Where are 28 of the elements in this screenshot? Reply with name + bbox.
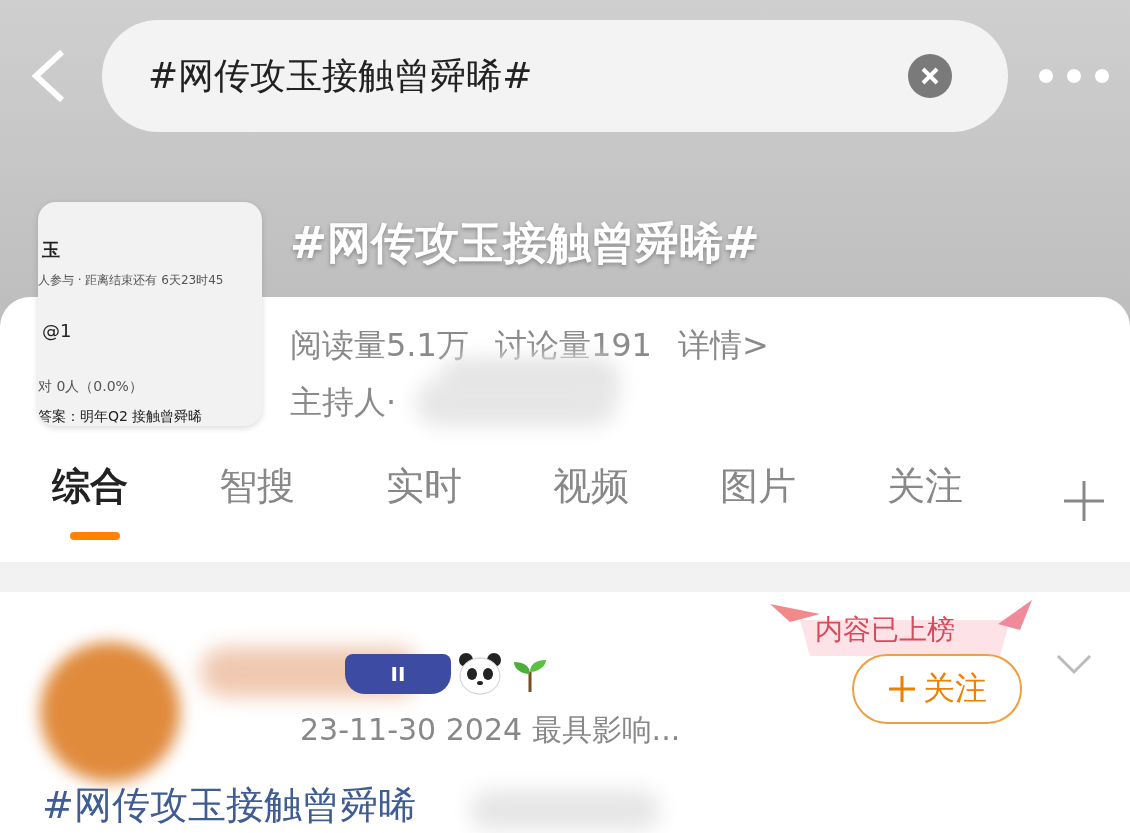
panda-icon (458, 652, 502, 696)
stat-text: 讨论量191 (494, 325, 652, 366)
plus-icon (887, 674, 917, 704)
chevron-down-icon[interactable] (1056, 654, 1092, 676)
clear-icon[interactable] (908, 54, 952, 98)
tab[interactable]: 智搜 (219, 458, 386, 544)
thumbnail-text: @1 (42, 320, 72, 341)
avatar[interactable] (40, 642, 180, 782)
post-meta: 23-11-30 2024 最具影响... (300, 711, 681, 749)
tab[interactable]: 关注 (887, 458, 1054, 544)
add-icon[interactable] (1064, 481, 1104, 521)
tab[interactable]: 综合 (52, 458, 219, 544)
level-badge: II (345, 654, 451, 694)
details-link[interactable]: 详情> (677, 324, 769, 368)
more-icon[interactable] (1038, 68, 1110, 84)
tab[interactable]: 实时 (386, 458, 553, 544)
host-label: 主持人· (290, 382, 397, 423)
follow-button[interactable]: 关注 (852, 654, 1022, 724)
ranking-label: 内容已上榜 (815, 612, 955, 648)
post-text: #网传攻玉接触曾舜晞 (42, 782, 416, 829)
thumbnail-text: 对 0人（0.0%） (38, 378, 143, 396)
thumbnail-text: 玉 (42, 238, 60, 262)
tab[interactable]: 图片 (720, 458, 887, 544)
stat-text: 阅读量5.1万 (290, 325, 469, 366)
thumbnail-text: 人参与 · 距离结束还有 6天23时45 (38, 272, 224, 289)
topic-title: #网传攻玉接触曾舜晞# (290, 216, 760, 270)
tab[interactable]: 视频 (553, 458, 720, 544)
search-field[interactable]: #网传攻玉接触曾舜晞# (102, 20, 1008, 132)
